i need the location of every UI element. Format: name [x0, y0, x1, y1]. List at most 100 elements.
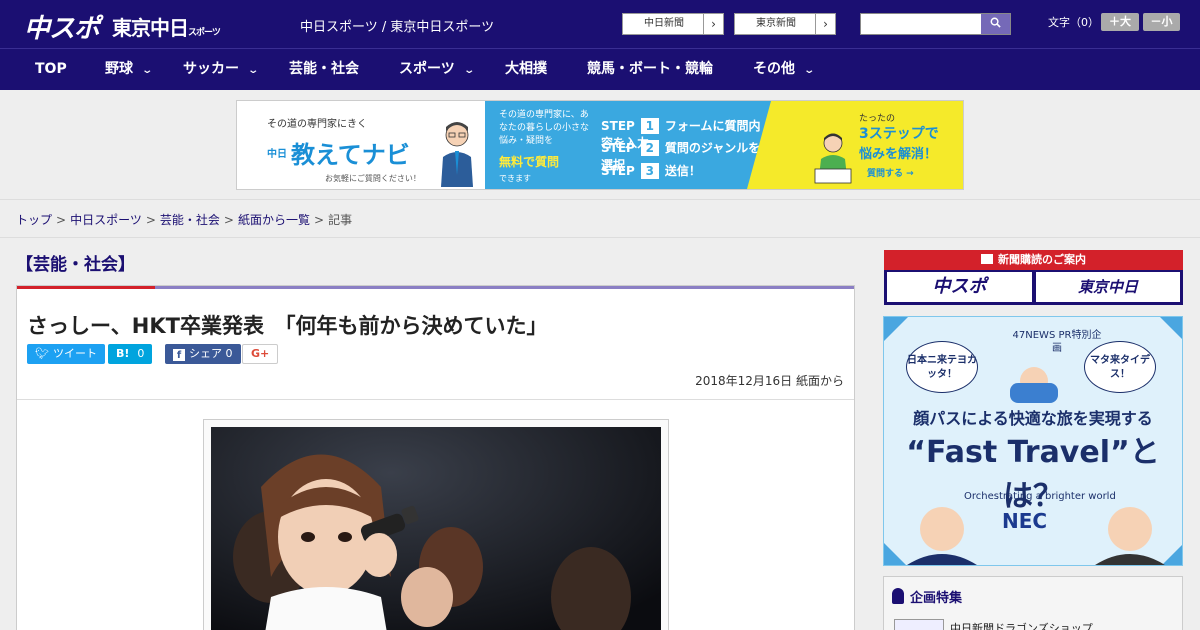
breadcrumb-link-top[interactable]: トップ [16, 213, 52, 227]
chunichi-shimbun-link[interactable]: 中日新聞 › [622, 13, 724, 35]
banner-brand: 中日 教えてナビ [267, 135, 410, 170]
breadcrumb-link-entertainment[interactable]: 芸能・社会 [160, 213, 220, 227]
search-button[interactable] [981, 14, 1010, 34]
nec-fast-travel-ad[interactable]: 日本ニ来テヨカッタ！ マタ来タイデス！ 47NEWS PR特別企画 顔パスによる… [883, 316, 1183, 566]
nav-item-label: その他 [753, 61, 795, 77]
tokyo-chunichi-logo[interactable]: 東京中日スポーツ [112, 12, 221, 41]
breadcrumb: トップ > 中日スポーツ > 芸能・社会 > 紙面から一覧 > 記事 [0, 200, 1200, 238]
step-label: STEP [601, 119, 635, 133]
facebook-icon: f [173, 349, 185, 361]
nec-logo: NEC [1002, 509, 1048, 533]
article-top-border-accent [17, 286, 155, 289]
main-nav: TOP 野球 ⌄ サッカー ⌄ 芸能・社会 スポーツ ⌄ 大相撲 競馬・ボート・競輪 … [0, 48, 1200, 90]
subscription-box: 新聞購読のご案内 中スポ 東京中日 [884, 250, 1183, 305]
facebook-share-button[interactable]: f シェア 0 [165, 344, 241, 364]
banner-right-big: 3ステップで [859, 126, 939, 142]
hatena-icon: B! [116, 347, 130, 360]
nav-item-baseball[interactable]: 野球 ⌄ [105, 49, 154, 90]
special-features-item-label: 中日新聞ドラゴンズショップ [950, 622, 1093, 630]
google-plus-icon: G+ [251, 347, 270, 360]
tweet-label: ツイート [52, 347, 97, 360]
special-features-item[interactable]: 中日新聞ドラゴンズショップ [894, 619, 1093, 630]
banner-area: その道の専門家にきく 中日 教えてナビ お気軽にご質問ください！ その道の専門家に… [0, 90, 1200, 200]
banner-mid-highlight: 無料で質問 [499, 155, 560, 169]
businessman-illustration [441, 122, 473, 187]
breadcrumb-sep: > [223, 213, 234, 227]
chunichi-shimbun-label: 中日新聞 [644, 18, 684, 29]
banner-diagonal [747, 101, 771, 189]
subscribe-tokyo-chunichi-button[interactable]: 東京中日 [1036, 272, 1180, 302]
special-features-box: 企画特集 中日新聞ドラゴンズショップ [883, 576, 1183, 630]
banner-brand-text: 教えてナビ [291, 141, 410, 169]
banner-brand-prefix: 中日 [267, 149, 287, 160]
hatena-bookmark-button[interactable]: B! 0 [108, 344, 153, 364]
banner-step-3: STEP 3 送信！ [601, 162, 701, 180]
newspaper-icon [981, 254, 993, 264]
breadcrumb-link-print-list[interactable]: 紙面から一覧 [238, 213, 310, 227]
article-headline: さっしー、HKT卒業発表 「何年も前から決めていた」 [27, 314, 548, 338]
special-features-title: 企画特集 [910, 591, 963, 606]
nav-item-label: TOP [35, 61, 67, 77]
tokyo-chunichi-logo-small: スポーツ [188, 28, 221, 38]
google-plus-button[interactable]: G+ [242, 344, 279, 364]
breadcrumb-sep: > [56, 213, 67, 227]
font-size-label: 文字（0） [1048, 16, 1099, 29]
article-photo[interactable] [211, 427, 661, 630]
nav-item-other[interactable]: その他 ⌄ [753, 49, 815, 90]
step-text: 送信！ [664, 164, 701, 178]
banner-tagline: その道の専門家にきく [267, 119, 367, 130]
nav-item-sports[interactable]: スポーツ ⌄ [399, 49, 475, 90]
person-at-laptop-illustration [814, 133, 852, 184]
twitter-icon: 🐦︎ [35, 347, 49, 360]
nav-item-label: 大相撲 [505, 61, 547, 77]
breadcrumb-current: 記事 [328, 213, 353, 227]
nav-item-label: 野球 [105, 61, 133, 77]
nav-item-soccer[interactable]: サッカー ⌄ [183, 49, 260, 90]
chevron-right-icon: › [815, 14, 835, 34]
banner-left: その道の専門家にきく 中日 教えてナビ お気軽にご質問ください！ [237, 101, 485, 189]
nav-item-top[interactable]: TOP [35, 49, 67, 90]
breadcrumb-sep: > [314, 213, 325, 227]
nav-item-racing[interactable]: 競馬・ボート・競輪 [587, 49, 713, 90]
font-bigger-button[interactable]: ＋大 [1101, 13, 1139, 31]
article-top-border [17, 286, 854, 289]
site-title[interactable]: 中日スポーツ / 東京中日スポーツ [300, 16, 494, 35]
breadcrumb-row: トップ > 中日スポーツ > 芸能・社会 > 紙面から一覧 > 記事 [16, 211, 352, 228]
nav-item-label: 競馬・ボート・競輪 [587, 61, 713, 77]
nav-item-label: サッカー [183, 61, 239, 77]
font-smaller-button[interactable]: －小 [1143, 13, 1180, 31]
breadcrumb-link-chunichi-sports[interactable]: 中日スポーツ [70, 213, 142, 227]
subscribe-chunichi-sports-button[interactable]: 中スポ [887, 272, 1032, 302]
ad-slogan: Orchestrating a brighter world [964, 491, 1116, 502]
hatena-count: 0 [137, 347, 145, 360]
ad-bubble-left: 日本ニ来テヨカッタ！ [906, 341, 978, 393]
chevron-down-icon: ⌄ [141, 65, 154, 76]
chunichi-sports-logo[interactable]: 中スポ [24, 8, 100, 45]
chevron-down-icon: ⌄ [463, 65, 475, 76]
subscription-header: 新聞購読のご案内 [884, 250, 1183, 270]
nav-item-entertainment[interactable]: 芸能・社会 [289, 49, 359, 90]
facebook-share-label: シェア [189, 347, 222, 360]
search-input[interactable] [861, 14, 982, 34]
article-photo-frame [203, 419, 669, 630]
banner-right-mid: 悩みを解消！ [859, 147, 938, 162]
banner-cta[interactable]: 質問する → [867, 166, 914, 179]
special-features-header: 企画特集 [892, 587, 962, 606]
step-label: STEP [601, 141, 635, 155]
article-date: 2018年12月16日 紙面から [695, 374, 844, 388]
nav-item-sumo[interactable]: 大相撲 [505, 49, 547, 90]
nav-item-label: スポーツ [399, 61, 455, 77]
article-card: さっしー、HKT卒業発表 「何年も前から決めていた」 🐦︎ ツイート B! 0 fシ… [16, 285, 855, 630]
chevron-down-icon: ⌄ [247, 65, 260, 76]
tokyo-chunichi-logo-text: 東京中日 [112, 16, 189, 40]
step-number: 1 [640, 118, 659, 134]
ribbon-icon [892, 588, 904, 604]
step-label: STEP [601, 164, 635, 178]
ad-title: 顔パスによる快適な旅を実現する [913, 409, 1153, 428]
banner-right: たったの 3ステップで 悩みを解消！ 質問する → [771, 101, 963, 189]
chevron-right-icon: › [703, 14, 723, 34]
tokyo-shimbun-link[interactable]: 東京新聞 › [734, 13, 836, 35]
tweet-button[interactable]: 🐦︎ ツイート [27, 344, 105, 364]
oshiete-navi-banner[interactable]: その道の専門家にきく 中日 教えてナビ お気軽にご質問ください！ その道の専門家に… [236, 100, 964, 190]
subscription-header-label: 新聞購読のご案内 [998, 253, 1086, 266]
